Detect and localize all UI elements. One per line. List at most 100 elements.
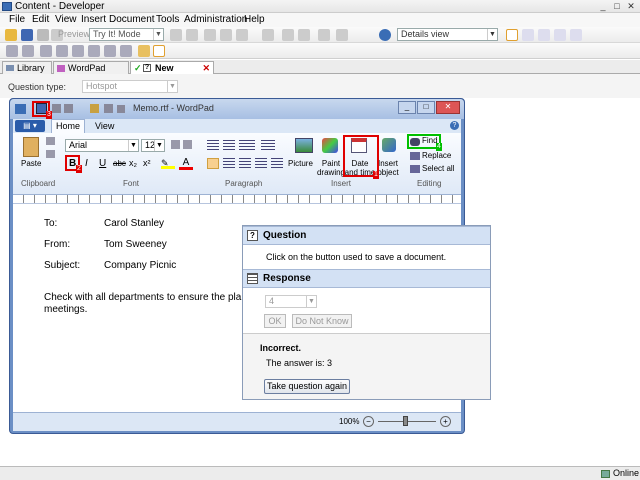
tab-wordpad-training[interactable]: WordPad Training <box>53 61 129 85</box>
menu-help[interactable]: Help <box>244 13 265 27</box>
ribbon-help-icon[interactable]: ? <box>450 121 459 130</box>
zoom-slider-thumb[interactable] <box>403 416 408 426</box>
do-not-know-button[interactable]: Do Not Know <box>292 314 352 328</box>
cut-icon[interactable] <box>46 137 55 145</box>
insert-object-icon[interactable] <box>382 138 396 152</box>
qat-menu-icon[interactable] <box>104 104 113 113</box>
hotspot-icon[interactable] <box>153 45 165 57</box>
underline-button[interactable]: U <box>99 158 106 169</box>
align-right-icon[interactable] <box>22 45 34 57</box>
redo-icon[interactable] <box>64 104 73 113</box>
view-list-icon[interactable] <box>538 29 550 41</box>
zoom-out-icon[interactable]: − <box>363 416 374 427</box>
insert-icon[interactable] <box>104 45 116 57</box>
help-icon[interactable] <box>379 29 391 41</box>
qat-dropdown-icon[interactable] <box>117 105 125 113</box>
view-split-icon[interactable] <box>522 29 534 41</box>
replace-icon[interactable] <box>410 152 420 160</box>
pencil-icon[interactable] <box>138 45 150 57</box>
undo-icon[interactable] <box>282 29 294 41</box>
grow-font-icon[interactable] <box>171 140 180 149</box>
response-select[interactable]: 4 ▼ <box>265 295 317 308</box>
ribbon-tab-view[interactable]: View <box>95 121 114 131</box>
font-name-combo[interactable]: Arial ▼ <box>65 139 139 152</box>
open-icon[interactable] <box>5 29 17 41</box>
replace-label[interactable]: Replace <box>422 151 451 160</box>
paint-icon[interactable] <box>322 138 338 153</box>
minimize-button[interactable]: _ <box>596 1 610 12</box>
font-color-icon[interactable]: A <box>179 157 193 170</box>
wp-minimize-button[interactable]: _ <box>398 101 416 114</box>
superscript-button[interactable]: x² <box>143 158 151 168</box>
align-center-icon[interactable] <box>223 158 235 169</box>
menu-edit[interactable]: Edit <box>32 13 49 27</box>
paste-label[interactable]: Paste <box>21 159 41 168</box>
cut-tool-icon[interactable] <box>262 29 274 41</box>
copy-icon[interactable] <box>46 150 55 158</box>
frame-icon[interactable] <box>88 45 100 57</box>
redo-icon[interactable] <box>298 29 310 41</box>
align-left-icon[interactable] <box>6 45 18 57</box>
menu-document[interactable]: Document <box>109 13 155 27</box>
paragraph-icon[interactable] <box>271 158 283 169</box>
shrink-font-icon[interactable] <box>183 140 192 149</box>
grid-icon[interactable] <box>72 45 84 57</box>
menu-file[interactable]: File <box>9 13 25 27</box>
align-left-icon[interactable] <box>207 158 219 169</box>
font-size-combo[interactable]: 12 ▼ <box>141 139 165 152</box>
view-combo[interactable]: Details view ▼ <box>397 28 498 41</box>
indent-icon[interactable] <box>223 140 235 150</box>
arrow-up-icon[interactable] <box>40 45 52 57</box>
view-thumbs-icon[interactable] <box>570 29 582 41</box>
menu-tools[interactable]: Tools <box>156 13 179 27</box>
close-tab-icon[interactable]: ✕ <box>202 62 210 74</box>
menu-view[interactable]: View <box>55 13 77 27</box>
zoom-in-icon[interactable]: + <box>440 416 451 427</box>
close-button[interactable]: ✕ <box>624 1 638 12</box>
picture-label[interactable]: Picture <box>288 159 313 168</box>
italic-tool-icon[interactable] <box>220 29 232 41</box>
hotspot-find[interactable]: 4 <box>407 134 442 151</box>
list-icon[interactable] <box>239 140 255 150</box>
play-icon[interactable] <box>170 29 182 41</box>
bold-tool-icon[interactable] <box>204 29 216 41</box>
highlight-icon[interactable]: ✎ <box>161 158 175 169</box>
question-type-combo[interactable]: Hotspot ▼ <box>82 80 178 93</box>
ok-button[interactable]: OK <box>264 314 286 328</box>
paint-label[interactable]: Paint drawing <box>316 159 346 177</box>
maximize-button[interactable]: □ <box>610 1 624 12</box>
cut-icon[interactable] <box>37 29 49 41</box>
save-icon[interactable] <box>21 29 33 41</box>
underline-tool-icon[interactable] <box>236 29 248 41</box>
tab-library[interactable]: Library <box>2 61 52 74</box>
qat-icon[interactable] <box>90 104 99 113</box>
arrow-down-icon[interactable] <box>56 45 68 57</box>
record-icon[interactable] <box>186 29 198 41</box>
subscript-button[interactable]: x₂ <box>129 158 137 168</box>
spell-icon[interactable] <box>318 29 330 41</box>
hotspot-date-time[interactable]: 1 <box>343 135 379 179</box>
picture-icon[interactable] <box>295 138 313 153</box>
align-right-icon[interactable] <box>239 158 251 169</box>
hotspot-bold[interactable]: 2 <box>65 155 82 173</box>
file-menu-button[interactable]: ▤ ▾ <box>15 120 45 132</box>
undo-icon[interactable] <box>52 104 61 113</box>
hotspot-save[interactable]: 3 <box>32 101 52 119</box>
view-details-icon[interactable] <box>506 29 518 41</box>
justify-icon[interactable] <box>255 158 267 169</box>
select-all-label[interactable]: Select all <box>422 164 454 173</box>
tab-new-question[interactable]: ✓ ? New Question ✕ <box>130 61 214 85</box>
find-tool-icon[interactable] <box>336 29 348 41</box>
outdent-icon[interactable] <box>207 140 219 150</box>
preview-label[interactable]: Preview <box>58 29 90 39</box>
select-all-icon[interactable] <box>410 165 420 173</box>
image-icon[interactable] <box>120 45 132 57</box>
menu-administration[interactable]: Administration <box>184 13 247 27</box>
take-question-again-button[interactable]: Take question again <box>264 379 350 394</box>
italic-button[interactable]: I <box>85 158 88 169</box>
mode-combo[interactable]: Try It! Mode ▼ <box>89 28 164 41</box>
strikethrough-button[interactable]: abc <box>113 159 126 168</box>
line-spacing-icon[interactable] <box>261 140 275 150</box>
wp-maximize-button[interactable]: □ <box>417 101 435 114</box>
insert-object-label[interactable]: Insert object <box>376 159 400 177</box>
